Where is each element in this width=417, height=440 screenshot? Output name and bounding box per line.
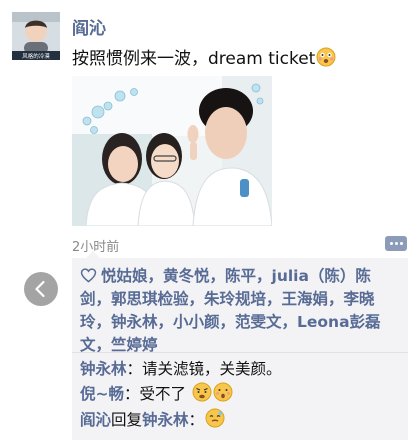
comment-author[interactable]: 钟永林: [80, 360, 127, 378]
comment-separator: ：: [126, 360, 143, 378]
avatar-image: 风格的冷漠: [12, 12, 60, 60]
post-photo[interactable]: [72, 76, 272, 226]
post-photo-image: [72, 76, 272, 226]
comment-text: 受不了: [139, 385, 187, 403]
avatar-caption: 风格的冷漠: [22, 52, 50, 60]
comment-item[interactable]: 钟永林：请关滤镜，关美颜。: [80, 358, 282, 380]
more-button[interactable]: [385, 236, 407, 251]
more-icon: [390, 242, 393, 245]
emoji-icon: [213, 382, 233, 402]
reply-label: 回复: [111, 411, 143, 429]
likes-names[interactable]: 悦姑娘，黄冬悦，陈平，julia（陈）陈剑，郭思琪检验，朱玲规培，王海娟，李晓玲…: [80, 267, 381, 354]
avatar[interactable]: 风格的冷漠: [12, 12, 60, 60]
back-button[interactable]: [24, 272, 58, 306]
chevron-left-icon: [35, 280, 45, 298]
post-text-line: 按照惯例来一波，dream ticket: [72, 44, 336, 69]
emoji-icon: [316, 47, 336, 67]
post-text: 按照惯例来一波，dream ticket: [72, 49, 316, 69]
likes-row: 悦姑娘，黄冬悦，陈平，julia（陈）陈剑，郭思琪检验，朱玲规培，王海娟，李晓玲…: [80, 265, 400, 357]
comment-author[interactable]: 阎沁: [80, 411, 111, 429]
comment-item[interactable]: 阎沁回复钟永林：: [80, 408, 225, 431]
moments-post: 风格的冷漠 阎沁 按照惯例来一波，dream ticket 2小时前 悦姑娘，黄…: [0, 0, 417, 440]
heart-icon: [80, 268, 97, 283]
comment-text: 请关滤镜，关美颜。: [142, 360, 282, 378]
reply-target[interactable]: 钟永林: [142, 411, 189, 429]
emoji-icon: [205, 408, 225, 428]
comment-author[interactable]: 倪~畅: [80, 385, 124, 403]
comment-separator: ：: [188, 411, 205, 429]
emoji-icon: [192, 382, 212, 402]
post-author[interactable]: 阎沁: [72, 14, 106, 39]
more-icon-dot: [400, 242, 403, 245]
comment-item[interactable]: 倪~畅：受不了: [80, 382, 233, 405]
more-icon-dot: [395, 242, 398, 245]
likes-comments-panel: 悦姑娘，黄冬悦，陈平，julia（陈）陈剑，郭思琪检验，朱玲规培，王海娟，李晓玲…: [72, 251, 408, 440]
comment-separator: ：: [124, 385, 140, 403]
divider: [72, 352, 408, 353]
